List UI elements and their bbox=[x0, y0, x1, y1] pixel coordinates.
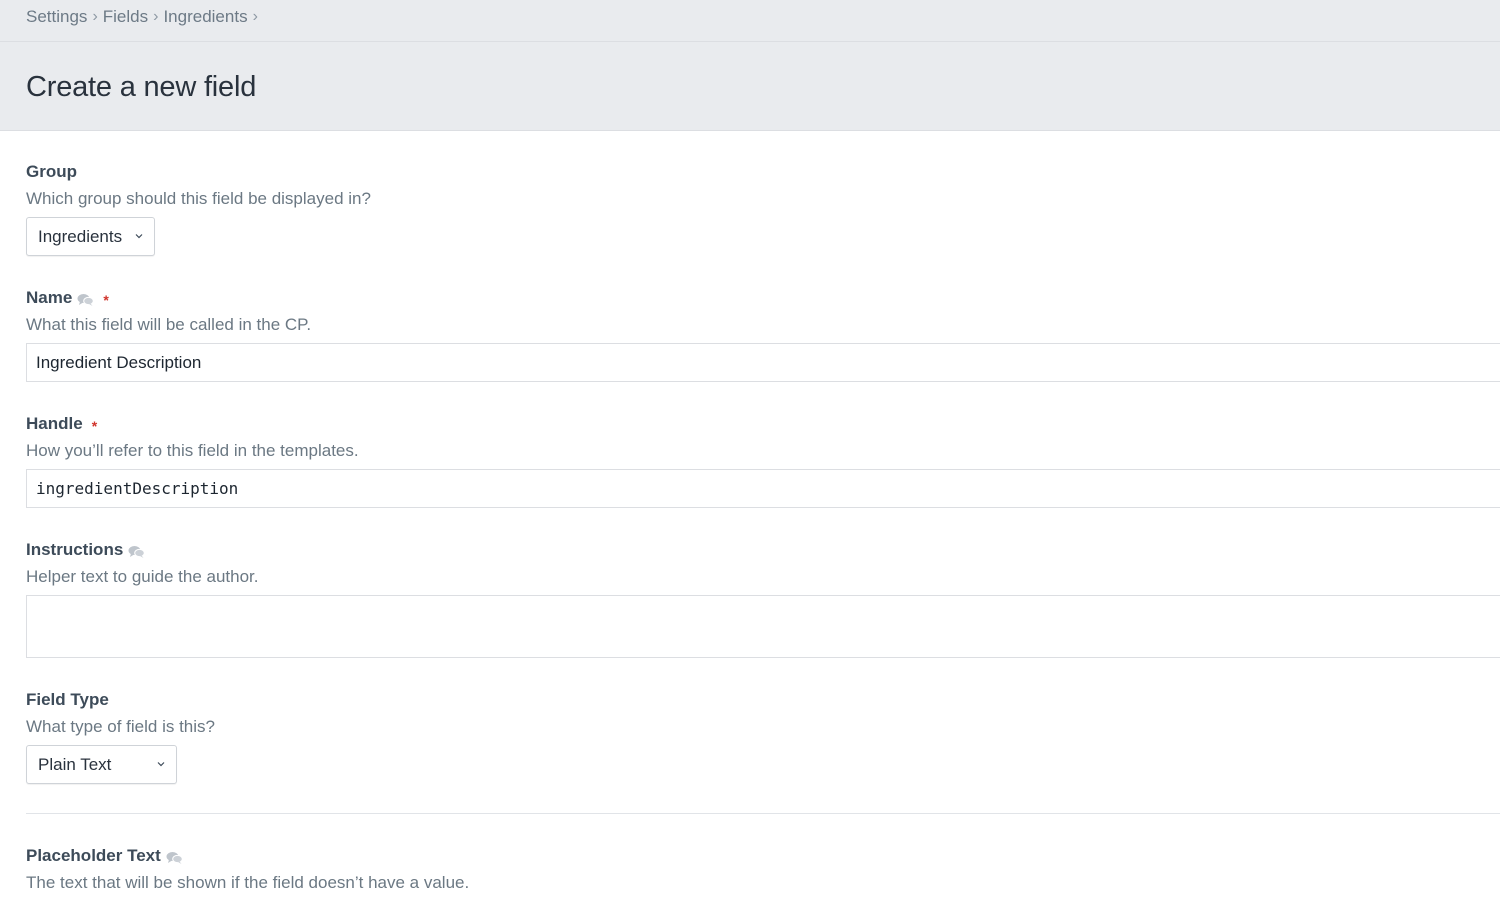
handle-input[interactable]: ingredientDescription bbox=[26, 469, 1500, 508]
name-input-value: Ingredient Description bbox=[36, 352, 202, 372]
page-title: Create a new field bbox=[26, 71, 257, 103]
field-type-label-text: Field Type bbox=[26, 690, 109, 709]
breadcrumb-settings[interactable]: Settings bbox=[26, 7, 87, 27]
field-type-select-value: Plain Text bbox=[38, 754, 112, 774]
breadcrumb-separator: › bbox=[92, 8, 98, 25]
breadcrumb-ingredients[interactable]: Ingredients bbox=[163, 7, 247, 27]
name-instructions: What this field will be called in the CP… bbox=[26, 315, 312, 334]
handle-label: Handle * bbox=[26, 414, 97, 434]
group-select-value: Ingredients bbox=[38, 226, 123, 246]
breadcrumb-separator: › bbox=[252, 8, 258, 25]
placeholder-text-label-text: Placeholder Text bbox=[26, 846, 161, 865]
comment-icon[interactable] bbox=[77, 293, 95, 307]
header-divider bbox=[0, 41, 1500, 42]
chevron-down-icon bbox=[135, 234, 143, 239]
placeholder-text-label: Placeholder Text bbox=[26, 846, 183, 866]
group-instructions: Which group should this field be display… bbox=[26, 189, 371, 208]
breadcrumb: Settings › Fields › Ingredients › bbox=[26, 7, 263, 27]
required-marker: * bbox=[91, 418, 98, 434]
field-type-label: Field Type bbox=[26, 690, 109, 710]
placeholder-text-instructions: The text that will be shown if the field… bbox=[26, 873, 470, 892]
handle-label-text: Handle bbox=[26, 414, 83, 433]
instructions-textarea[interactable] bbox=[26, 595, 1500, 658]
handle-instructions: How you’ll refer to this field in the te… bbox=[26, 441, 359, 460]
group-select[interactable]: Ingredients bbox=[26, 217, 155, 256]
handle-input-value: ingredientDescription bbox=[36, 479, 239, 498]
section-divider bbox=[26, 813, 1500, 814]
name-label: Name * bbox=[26, 288, 109, 308]
name-label-text: Name bbox=[26, 288, 73, 307]
comment-icon[interactable] bbox=[128, 545, 146, 559]
instructions-instructions: Helper text to guide the author. bbox=[26, 567, 259, 586]
page-header: Settings › Fields › Ingredients › Create… bbox=[0, 0, 1500, 131]
chevron-down-icon bbox=[157, 762, 165, 767]
instructions-label: Instructions bbox=[26, 540, 146, 560]
name-input[interactable]: Ingredient Description bbox=[26, 343, 1500, 382]
comment-icon[interactable] bbox=[166, 851, 183, 865]
breadcrumb-fields[interactable]: Fields bbox=[103, 7, 148, 27]
group-label: Group bbox=[26, 162, 77, 182]
group-label-text: Group bbox=[26, 162, 77, 181]
breadcrumb-separator: › bbox=[153, 8, 159, 25]
instructions-label-text: Instructions bbox=[26, 540, 124, 559]
field-type-select[interactable]: Plain Text bbox=[26, 745, 177, 784]
required-marker: * bbox=[103, 292, 109, 308]
field-type-instructions: What type of field is this? bbox=[26, 717, 215, 736]
